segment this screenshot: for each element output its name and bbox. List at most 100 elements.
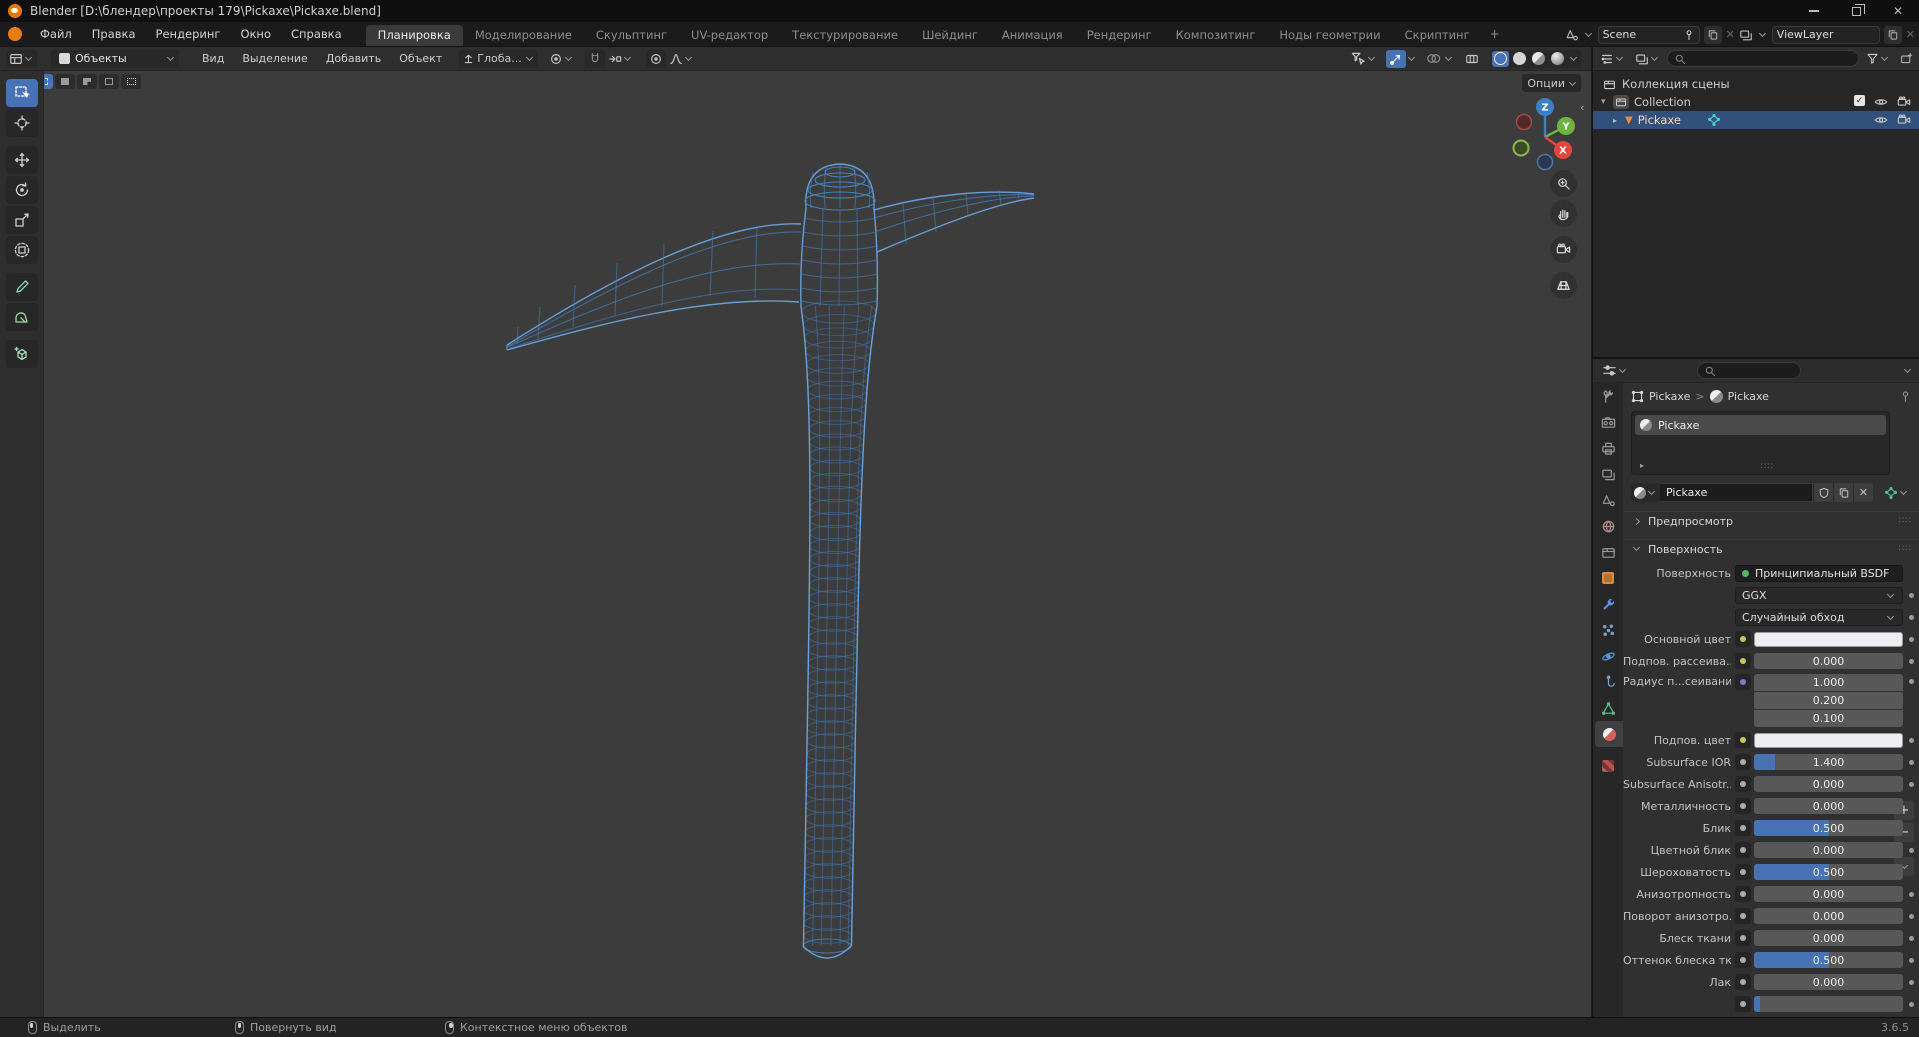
animate-dot[interactable] bbox=[1909, 913, 1914, 919]
input-socket-toggle[interactable] bbox=[1735, 631, 1751, 647]
input-socket-toggle[interactable] bbox=[1735, 952, 1751, 968]
outliner-filter-dropdown[interactable] bbox=[1863, 50, 1893, 68]
workspace-tab-rendering[interactable]: Рендеринг bbox=[1075, 25, 1164, 46]
minimize-button[interactable] bbox=[1793, 0, 1835, 22]
expand-arrow-icon[interactable]: ▾ bbox=[1601, 97, 1613, 107]
transform-orientation-dropdown[interactable]: Глоба... bbox=[459, 49, 538, 68]
input-socket-toggle[interactable] bbox=[1735, 732, 1751, 748]
tool-measure[interactable] bbox=[5, 303, 38, 331]
workspace-tab-shading[interactable]: Шейдинг bbox=[910, 25, 990, 46]
view-layer-field[interactable]: ViewLayer bbox=[1771, 25, 1880, 44]
overlays-dropdown[interactable] bbox=[1444, 53, 1453, 62]
overlays-toggle[interactable] bbox=[1423, 50, 1443, 68]
anisotropic-slider[interactable]: 0.000 bbox=[1754, 886, 1903, 902]
panel-grip[interactable]: ∷∷ bbox=[1899, 516, 1912, 526]
workspace-tab-uv[interactable]: UV-редактор bbox=[679, 25, 780, 46]
workspace-tab-scripting[interactable]: Скриптинг bbox=[1393, 25, 1482, 46]
input-socket-toggle[interactable] bbox=[1735, 653, 1751, 669]
sheen-tint-slider[interactable]: 0.500 bbox=[1754, 952, 1903, 968]
input-socket-toggle[interactable] bbox=[1735, 864, 1751, 880]
tab-view-layer[interactable] bbox=[1593, 461, 1623, 487]
select-extend-button[interactable] bbox=[55, 74, 75, 89]
subsurface-slider[interactable]: 0.000 bbox=[1754, 653, 1903, 669]
scene-copy-button[interactable] bbox=[1703, 25, 1722, 44]
view-layer-icon[interactable] bbox=[1739, 28, 1753, 42]
navigation-gizmo[interactable]: Z Y X bbox=[1500, 92, 1590, 182]
tool-rotate[interactable] bbox=[5, 176, 38, 204]
menu-edit[interactable]: Правка bbox=[82, 27, 146, 41]
select-subtract-button[interactable] bbox=[77, 74, 97, 89]
tab-modifiers[interactable] bbox=[1593, 591, 1623, 617]
snap-toggle[interactable] bbox=[584, 49, 605, 68]
scene-icon[interactable] bbox=[1565, 28, 1579, 42]
gizmos-dropdown[interactable] bbox=[1407, 53, 1416, 62]
clipped-slider[interactable] bbox=[1754, 996, 1903, 1012]
material-slot-row[interactable]: Pickaxe bbox=[1635, 415, 1886, 435]
input-socket-toggle[interactable] bbox=[1735, 886, 1751, 902]
animate-dot[interactable] bbox=[1909, 781, 1914, 787]
menu-file[interactable]: Файл bbox=[30, 27, 82, 41]
input-socket-toggle[interactable] bbox=[1735, 908, 1751, 924]
tool-scale[interactable] bbox=[5, 206, 38, 234]
shading-rendered-button[interactable] bbox=[1549, 51, 1566, 67]
copy-material-button[interactable] bbox=[1833, 483, 1853, 502]
tool-add-cube[interactable] bbox=[5, 340, 38, 368]
distribution-dropdown[interactable]: GGX bbox=[1735, 586, 1903, 604]
viewport-3d[interactable] bbox=[0, 47, 1591, 1017]
render-camera-icon[interactable] bbox=[1897, 95, 1911, 109]
tab-physics[interactable] bbox=[1593, 643, 1623, 669]
restore-button[interactable] bbox=[1835, 0, 1877, 22]
menu-view[interactable]: Вид bbox=[193, 52, 233, 65]
tool-transform[interactable] bbox=[5, 236, 38, 264]
tab-render[interactable] bbox=[1593, 409, 1623, 435]
hide-eye-icon[interactable] bbox=[1874, 95, 1888, 109]
surface-shader-button[interactable]: Принципиальный BSDF bbox=[1735, 564, 1903, 582]
base-color-swatch[interactable] bbox=[1754, 631, 1903, 647]
collapse-arrow-icon[interactable]: ▸ bbox=[1613, 116, 1625, 125]
shading-wireframe-button[interactable] bbox=[1492, 50, 1509, 67]
view-layer-copy-button[interactable] bbox=[1883, 25, 1902, 44]
breadcrumb-material[interactable]: Pickaxe bbox=[1728, 390, 1769, 403]
close-button[interactable]: ✕ bbox=[1877, 0, 1919, 22]
tab-texture[interactable] bbox=[1593, 753, 1623, 779]
properties-search-input[interactable] bbox=[1697, 362, 1801, 379]
material-name-input[interactable]: Pickaxe bbox=[1660, 483, 1813, 502]
workspace-tab-sculpting[interactable]: Скульптинг bbox=[584, 25, 679, 46]
workspace-tab-modeling[interactable]: Моделирование bbox=[463, 25, 584, 46]
properties-editor-type-button[interactable] bbox=[1599, 362, 1631, 380]
sheen-slider[interactable]: 0.000 bbox=[1754, 930, 1903, 946]
outliner-search-input[interactable] bbox=[1667, 50, 1859, 67]
animate-dot[interactable] bbox=[1909, 658, 1914, 664]
tab-scene[interactable] bbox=[1593, 487, 1623, 513]
tab-tool[interactable] bbox=[1593, 383, 1623, 409]
nodetree-dropdown[interactable] bbox=[1881, 484, 1912, 502]
animate-dot[interactable] bbox=[1909, 737, 1914, 743]
radius-y-field[interactable]: 0.200 bbox=[1754, 692, 1903, 709]
select-intersect-button[interactable] bbox=[121, 74, 141, 89]
animate-dot[interactable] bbox=[1909, 614, 1914, 620]
outliner-row-scene-collection[interactable]: Коллекция сцены bbox=[1593, 75, 1919, 93]
scene-field[interactable]: Scene bbox=[1597, 25, 1700, 44]
metallic-slider[interactable]: 0.000 bbox=[1754, 798, 1903, 814]
animate-dot[interactable] bbox=[1909, 957, 1914, 963]
input-socket-toggle[interactable] bbox=[1735, 776, 1751, 792]
tab-world[interactable] bbox=[1593, 513, 1623, 539]
outliner-row-pickaxe[interactable]: ▸ ▼ Pickaxe bbox=[1593, 111, 1919, 129]
add-workspace-button[interactable]: + bbox=[1482, 27, 1508, 41]
tab-constraints[interactable] bbox=[1593, 669, 1623, 695]
panel-preview[interactable]: Предпросмотр ∷∷ bbox=[1623, 511, 1919, 530]
input-socket-toggle[interactable] bbox=[1735, 974, 1751, 990]
ortho-toggle-button[interactable] bbox=[1550, 272, 1577, 299]
workspace-tab-texture-paint[interactable]: Текстурирование bbox=[780, 25, 910, 46]
tab-output[interactable] bbox=[1593, 435, 1623, 461]
breadcrumb-object[interactable]: Pickaxe bbox=[1649, 390, 1690, 403]
radius-x-field[interactable]: 1.000 bbox=[1754, 674, 1903, 691]
xray-toggle[interactable] bbox=[1462, 50, 1482, 68]
camera-view-button[interactable] bbox=[1550, 236, 1577, 263]
mode-dropdown[interactable]: Объекты bbox=[51, 49, 179, 68]
tab-particles[interactable] bbox=[1593, 617, 1623, 643]
subsurface-color-swatch[interactable] bbox=[1754, 732, 1903, 748]
tab-material[interactable] bbox=[1595, 721, 1623, 747]
workspace-tab-layout[interactable]: Планировка bbox=[365, 25, 463, 46]
pin-icon[interactable] bbox=[1683, 29, 1695, 41]
